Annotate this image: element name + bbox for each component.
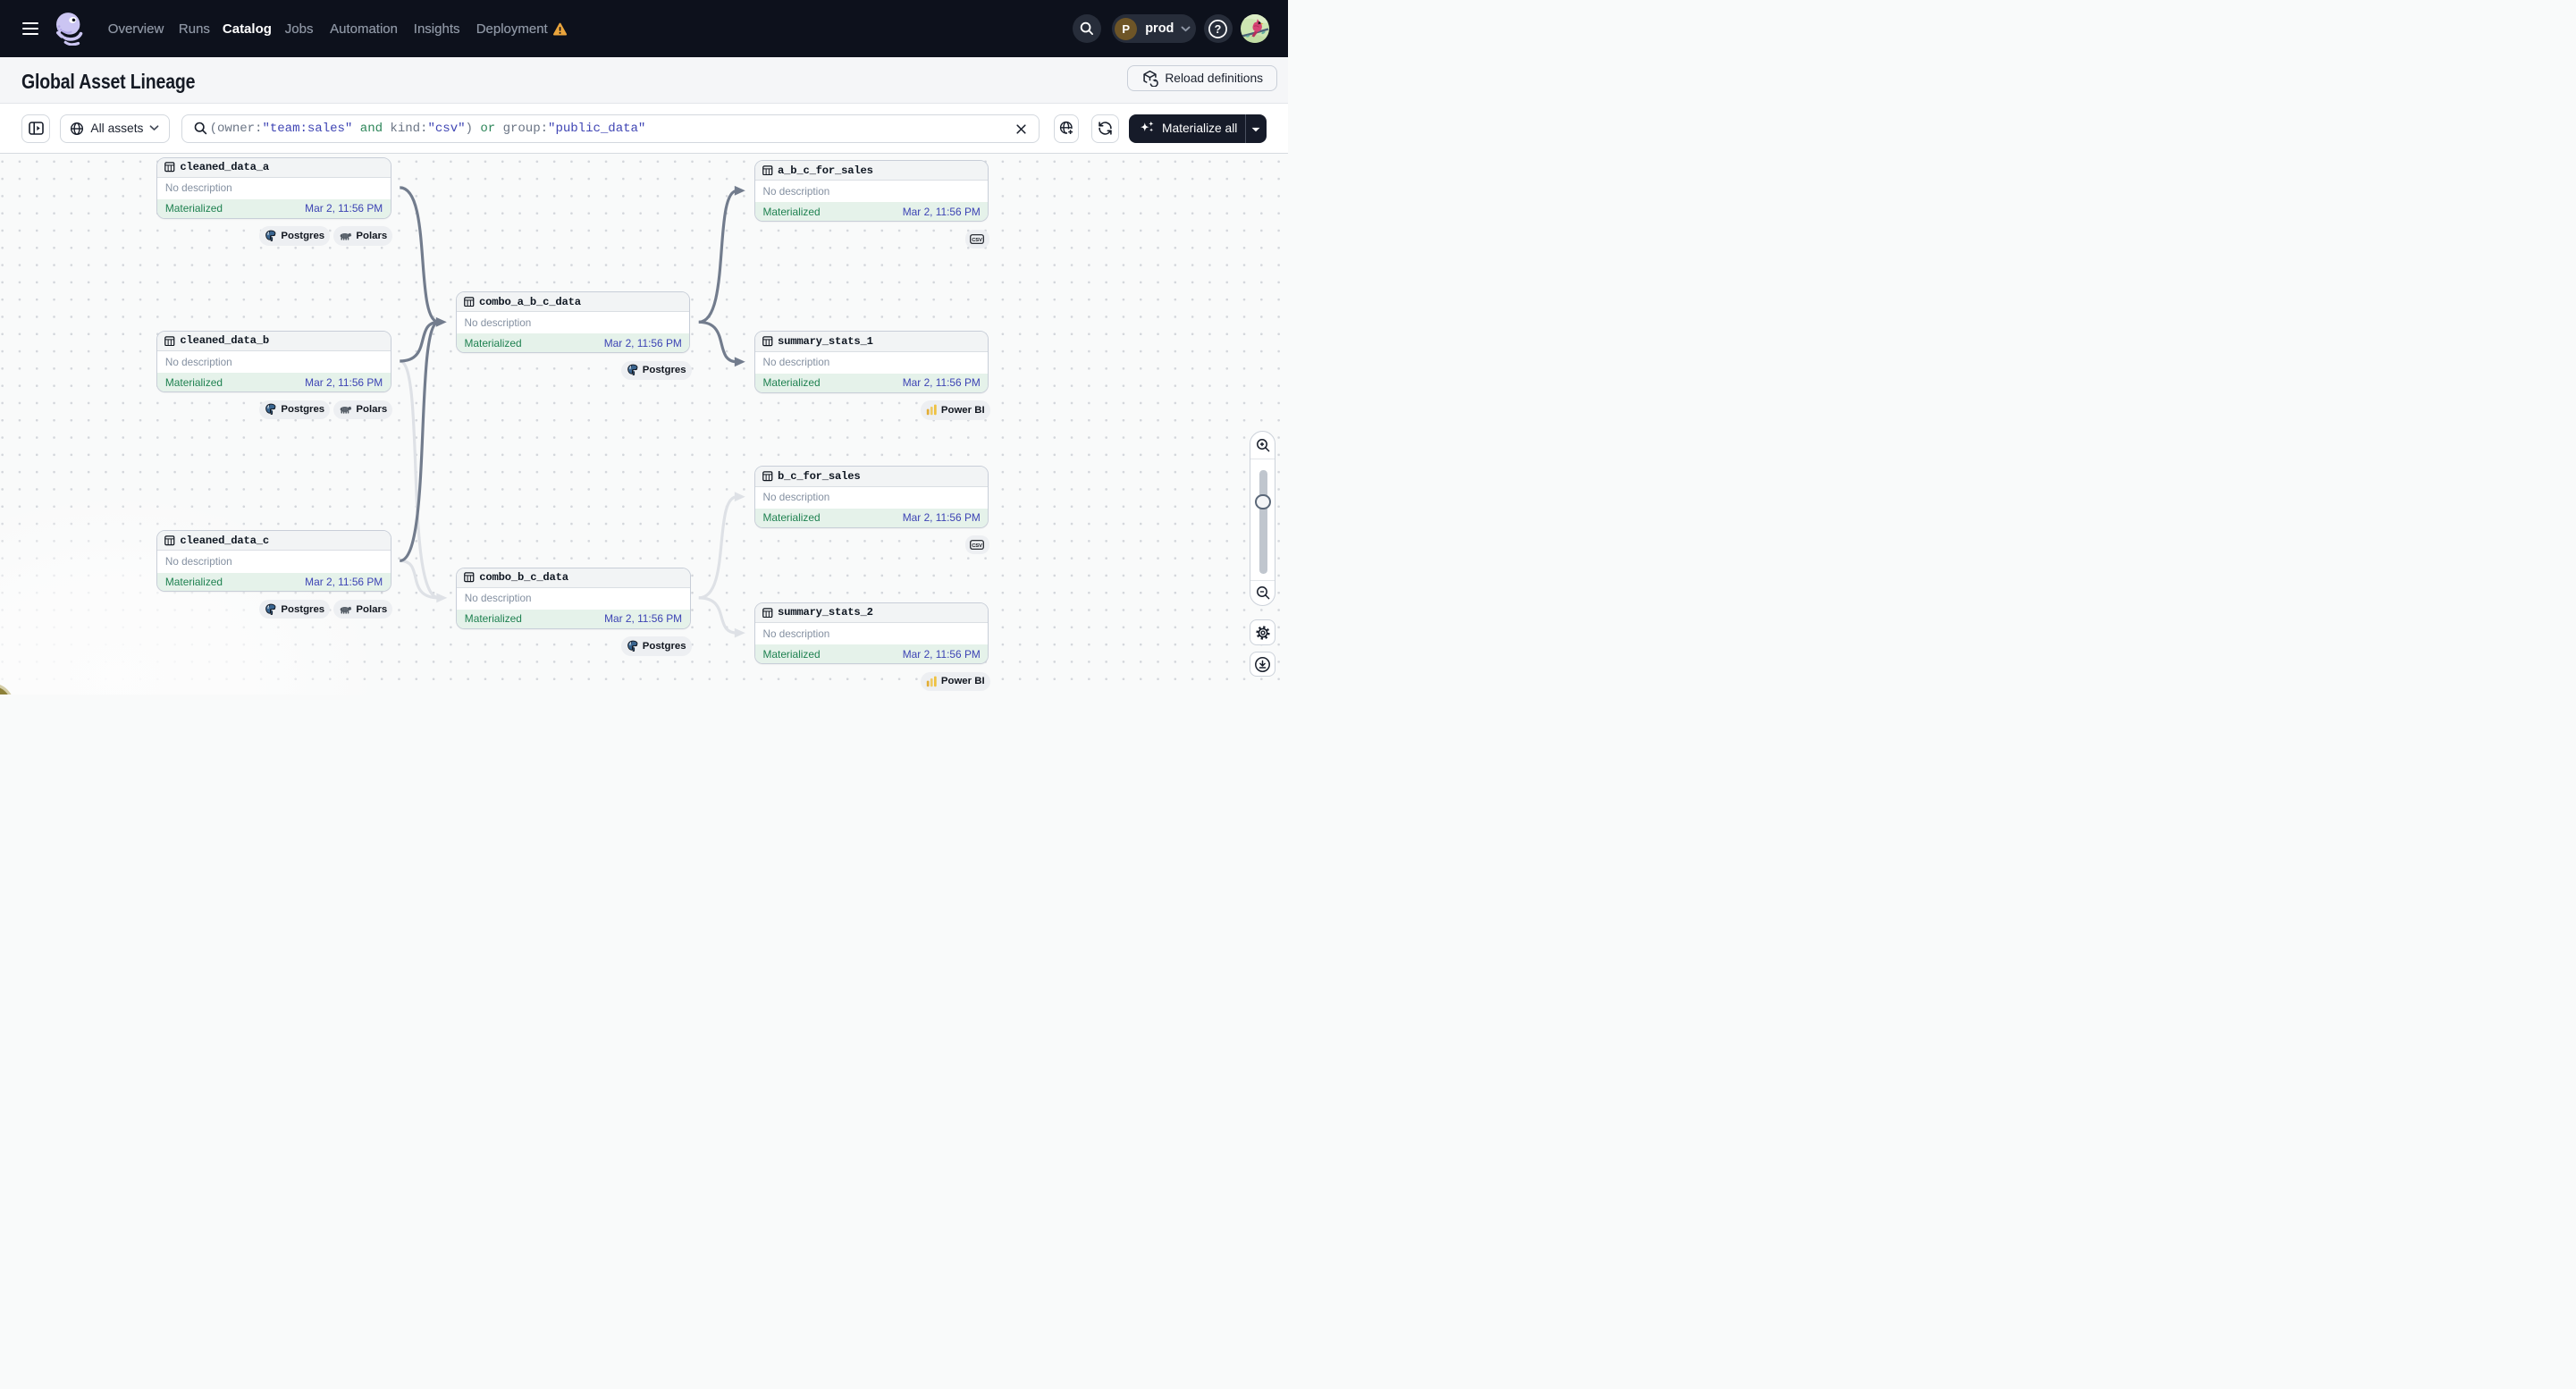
svg-text:CSV: CSV — [972, 238, 983, 243]
svg-text:?: ? — [1215, 23, 1222, 36]
svg-text:CSV: CSV — [972, 543, 983, 549]
